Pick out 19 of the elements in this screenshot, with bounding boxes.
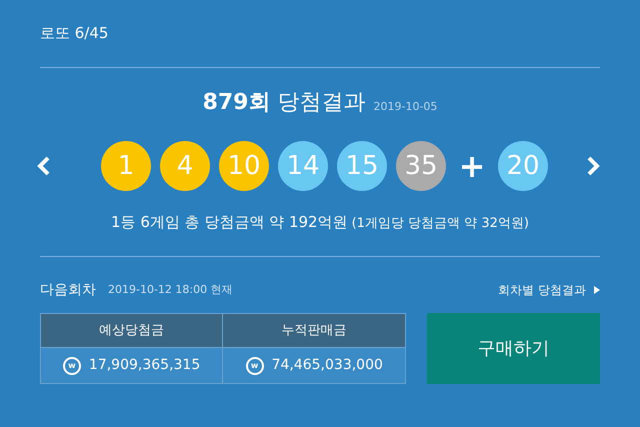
next-icon[interactable] bbox=[586, 155, 600, 177]
won-icon: w bbox=[246, 356, 264, 374]
draw-date: 2019-10-05 bbox=[374, 98, 438, 114]
table-cell-text: 17,909,365,315 bbox=[88, 356, 200, 375]
prize-summary: 1등 6게임 총 당첨금액 약 192억원 bbox=[111, 212, 348, 233]
won-icon: w bbox=[62, 356, 81, 374]
caret-icon bbox=[594, 286, 600, 294]
next-round-title: 다음회차 bbox=[40, 280, 96, 300]
prize-detail: (1게임당 당첨금액 약 32억원) bbox=[352, 215, 529, 233]
buy-button[interactable]: 구매하기 bbox=[427, 313, 600, 384]
next-round-time: 2019-10-12 18:00 현재 bbox=[108, 282, 233, 298]
previous-icon[interactable] bbox=[37, 155, 51, 177]
round-results-link[interactable]: 회차별 당첨결과 bbox=[498, 281, 600, 299]
table-cell-text: 74,465,033,000 bbox=[272, 356, 383, 375]
table-header: 누적판매금 bbox=[223, 314, 406, 348]
page-title: 로또 6/45 bbox=[40, 23, 108, 44]
plus-sign: + bbox=[458, 146, 486, 187]
round-title: 879회 당첨결과 bbox=[202, 89, 366, 117]
table-header: 예상당첨금 bbox=[41, 314, 224, 348]
